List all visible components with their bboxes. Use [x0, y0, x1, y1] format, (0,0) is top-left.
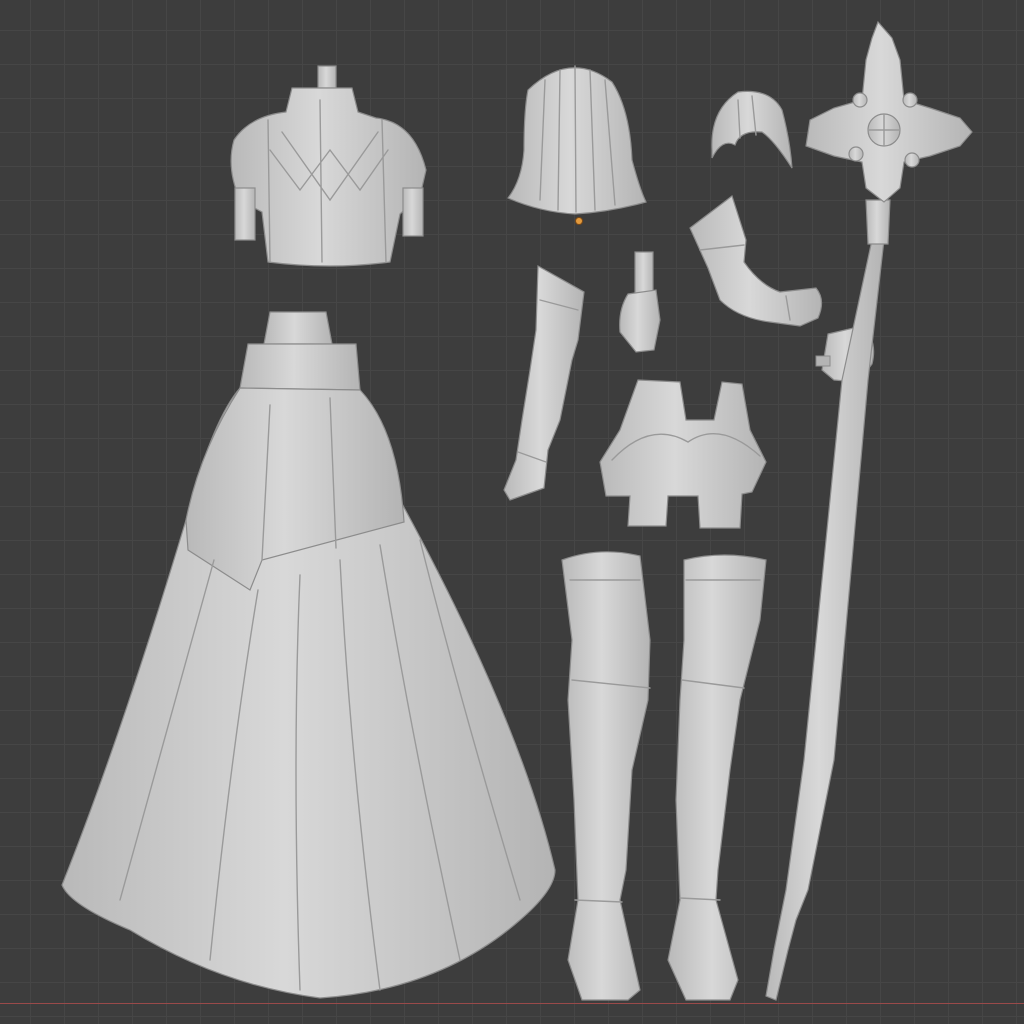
left-arm-gloved[interactable] [503, 264, 585, 501]
hair-back[interactable] [507, 65, 647, 215]
right-leg-boot[interactable] [667, 554, 767, 1001]
3d-viewport[interactable] [0, 0, 1024, 1024]
right-arm-with-hand[interactable] [689, 195, 823, 327]
skirt[interactable] [61, 311, 556, 999]
torso-bodice[interactable] [230, 65, 427, 267]
scene-objects [61, 20, 973, 1001]
object-origin-point [576, 218, 582, 224]
hip-shorts[interactable] [599, 379, 767, 529]
hair-ponytail[interactable] [711, 90, 793, 169]
ornate-cross-staff[interactable] [765, 20, 973, 1001]
left-leg-boot[interactable] [561, 551, 651, 1001]
left-hand[interactable] [619, 251, 661, 353]
